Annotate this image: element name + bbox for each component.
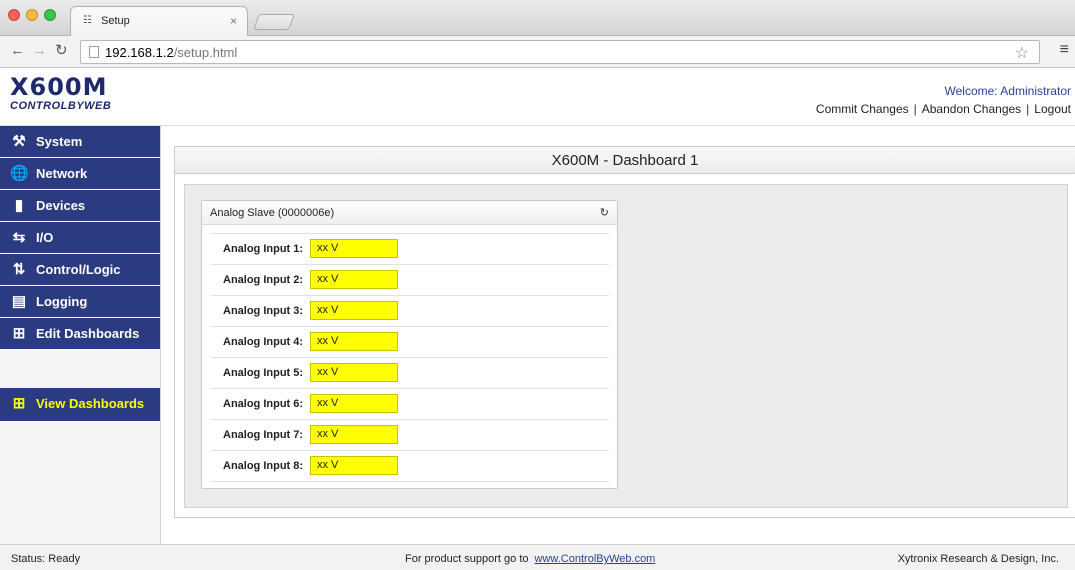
separator: |: [1026, 102, 1030, 116]
dashboard-icon: ⊞: [12, 395, 26, 412]
support-label: For product support go to: [405, 553, 529, 565]
analog-input-label: Analog Input 3:: [223, 305, 304, 317]
new-tab-button[interactable]: [253, 14, 295, 30]
separator: |: [913, 102, 917, 116]
list-item: Analog Input 2: xx V: [211, 264, 609, 295]
analog-slave-panel: Analog Slave (0000006e) ↻ Analog Input 1…: [201, 200, 618, 489]
forward-arrow-icon[interactable]: →: [32, 43, 47, 59]
analog-input-label: Analog Input 2:: [223, 274, 304, 286]
tab-title: Setup: [101, 15, 130, 27]
analog-input-label: Analog Input 1:: [223, 243, 304, 255]
sidebar-item-system[interactable]: ⚒ System: [0, 126, 160, 158]
sidebar-item-label: View Dashboards: [36, 396, 145, 411]
header-links: Commit Changes | Abandon Changes | Logout: [816, 102, 1071, 116]
logo: X600M CONTROLBYWEB: [10, 74, 111, 112]
back-arrow-icon[interactable]: ←: [10, 43, 25, 59]
panel-title: Analog Slave (0000006e): [210, 207, 335, 219]
device-icon: ▮: [14, 197, 24, 214]
browser-titlebar: ☷ Setup ×: [0, 0, 1075, 36]
browser-toolbar: ← → ↻ 192.168.1.2/setup.html ☆ ≡: [0, 36, 1075, 68]
sidebar-item-label: Logging: [36, 294, 88, 309]
analog-input-value: xx V: [310, 425, 398, 444]
sidebar-item-label: System: [36, 134, 83, 149]
wrench-icon: ⚒: [12, 133, 26, 150]
page-header: X600M CONTROLBYWEB Welcome: Administrato…: [0, 68, 1075, 126]
sidebar-item-label: Devices: [36, 198, 86, 213]
logging-icon: ▤: [11, 293, 27, 310]
status-bar: Status: Ready For product support go to w…: [0, 544, 1075, 570]
abandon-changes-link[interactable]: Abandon Changes: [922, 102, 1021, 116]
url-path: /setup.html: [173, 45, 238, 60]
analog-input-label: Analog Input 7:: [223, 429, 304, 441]
browser-tab[interactable]: ☷ Setup ×: [70, 6, 248, 36]
list-item: Analog Input 8: xx V: [211, 450, 609, 481]
analog-input-value: xx V: [310, 301, 398, 320]
list-item: Analog Input 5: xx V: [211, 357, 609, 388]
zoom-window-button[interactable]: [44, 9, 56, 21]
minimize-window-button[interactable]: [26, 9, 38, 21]
arrows-icon: ⇆: [12, 229, 26, 246]
address-bar[interactable]: 192.168.1.2/setup.html ☆: [80, 40, 1040, 64]
sidebar-item-label: Edit Dashboards: [36, 326, 140, 341]
sidebar-item-label: I/O: [36, 230, 54, 245]
list-item: Analog Input 3: xx V: [211, 295, 609, 326]
support-text: For product support go to www.ControlByWe…: [405, 553, 655, 565]
sidebar-item-edit-dashboards[interactable]: ⊞ Edit Dashboards: [0, 318, 160, 350]
sidebar-item-label: Control/Logic: [36, 262, 121, 277]
url-text: 192.168.1.2/setup.html: [105, 45, 237, 60]
list-item: Analog Input 4: xx V: [211, 326, 609, 357]
globe-icon: 🌐: [10, 165, 29, 182]
control-logic-icon: ⇅: [12, 261, 26, 278]
sidebar-item-network[interactable]: 🌐 Network: [0, 158, 160, 190]
list-item: Analog Input 6: xx V: [211, 388, 609, 419]
welcome-text: Welcome: Administrator: [944, 84, 1072, 98]
analog-input-value: xx V: [310, 456, 398, 475]
support-link[interactable]: www.ControlByWeb.com: [535, 553, 656, 565]
commit-changes-link[interactable]: Commit Changes: [816, 102, 909, 116]
divider: [211, 481, 609, 482]
sidebar-item-view-dashboards[interactable]: ⊞ View Dashboards: [0, 388, 160, 422]
browser-menu-icon[interactable]: ≡: [1060, 41, 1069, 59]
analog-input-label: Analog Input 8:: [223, 460, 304, 472]
analog-input-value: xx V: [310, 363, 398, 382]
sidebar-item-control-logic[interactable]: ⇅ Control/Logic: [0, 254, 160, 286]
list-item: Analog Input 1: xx V: [211, 233, 609, 264]
bookmark-star-icon[interactable]: ☆: [1015, 43, 1029, 63]
logout-link[interactable]: Logout: [1034, 102, 1071, 116]
analog-input-label: Analog Input 6:: [223, 398, 304, 410]
logo-sub: CONTROLBYWEB: [10, 100, 112, 112]
sidebar-item-devices[interactable]: ▮ Devices: [0, 190, 160, 222]
dashboard-icon: ⊞: [12, 325, 26, 342]
company-name: Xytronix Research & Design, Inc.: [897, 553, 1059, 565]
page-title: X600M - Dashboard 1: [174, 146, 1075, 174]
analog-input-value: xx V: [310, 270, 398, 289]
analog-input-value: xx V: [310, 332, 398, 351]
sidebar-item-label: Network: [36, 166, 88, 181]
analog-input-value: xx V: [310, 394, 398, 413]
page-icon: [89, 46, 99, 58]
sidebar: ⚒ System 🌐 Network ▮ Devices ⇆ I/O ⇅ Con…: [0, 126, 161, 544]
tab-close-icon[interactable]: ×: [230, 14, 237, 28]
analog-input-label: Analog Input 4:: [223, 336, 304, 348]
refresh-icon[interactable]: ↻: [600, 206, 609, 219]
analog-input-value: xx V: [310, 239, 398, 258]
close-window-button[interactable]: [8, 9, 20, 21]
logo-main: X600M: [10, 73, 108, 101]
analog-input-label: Analog Input 5:: [223, 367, 304, 379]
status-text: Status: Ready: [11, 553, 81, 565]
sidebar-item-logging[interactable]: ▤ Logging: [0, 286, 160, 318]
url-host: 192.168.1.2: [105, 45, 174, 60]
network-icon: ☷: [83, 15, 92, 26]
reload-icon[interactable]: ↻: [55, 43, 68, 59]
sidebar-item-io[interactable]: ⇆ I/O: [0, 222, 160, 254]
list-item: Analog Input 7: xx V: [211, 419, 609, 450]
panel-header: Analog Slave (0000006e) ↻: [202, 201, 617, 225]
